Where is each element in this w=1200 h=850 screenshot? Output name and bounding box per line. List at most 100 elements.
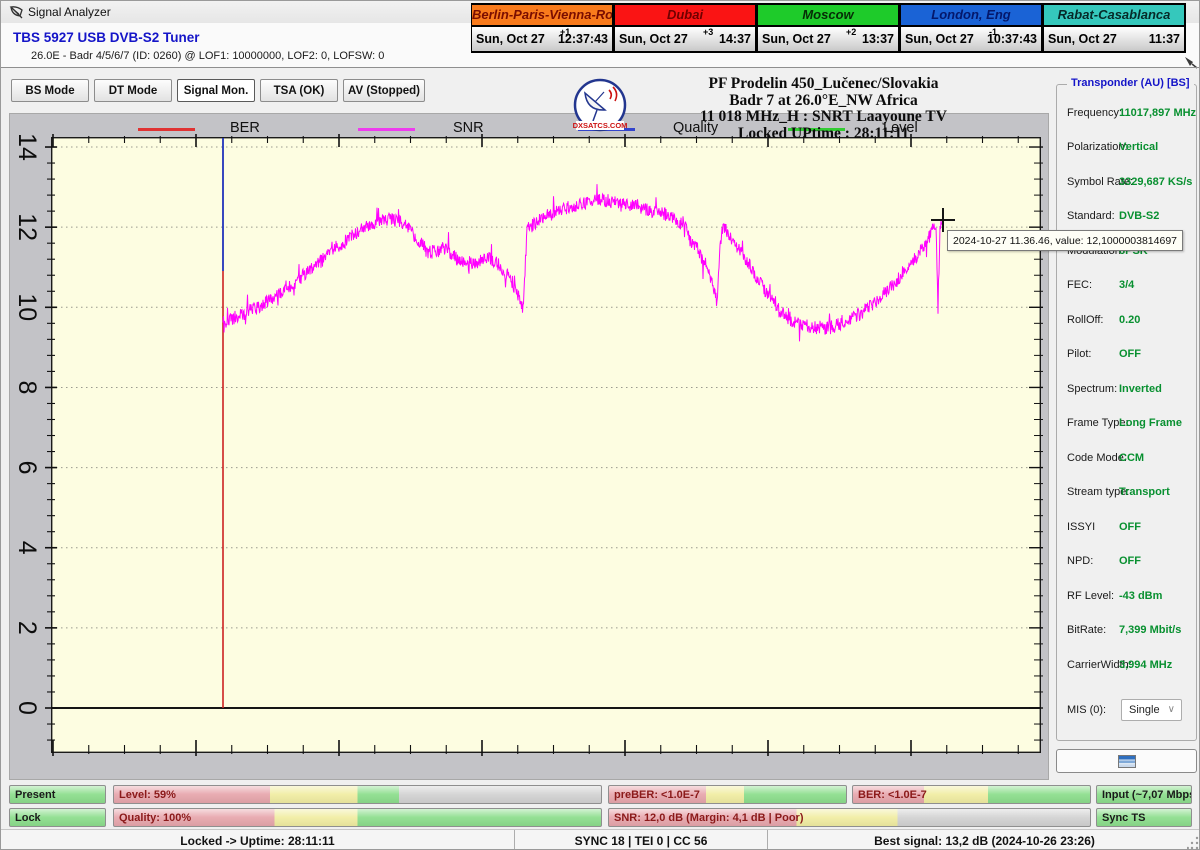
transponder-row-value: OFF bbox=[1119, 555, 1141, 567]
status-uptime: Locked -> Uptime: 28:11:11 bbox=[1, 830, 514, 850]
mis-dropdown[interactable]: Single ∨ bbox=[1121, 699, 1182, 721]
panel-tool-button[interactable] bbox=[1056, 749, 1197, 773]
quality-gauge: Quality: 100% bbox=[113, 808, 602, 827]
clock-time: 12:37:43 bbox=[558, 32, 608, 46]
cursor-tooltip: 2024-10-27 11.36.46, value: 12,100000381… bbox=[947, 230, 1183, 251]
tuner-name: TBS 5927 USB DVB-S2 Tuner bbox=[13, 30, 200, 45]
clock-rabat: Rabat-Casablanca Sun, Oct 27 11:37 bbox=[1043, 3, 1186, 53]
resize-grip[interactable] bbox=[1187, 835, 1199, 849]
window-title: Signal Analyzer bbox=[28, 5, 111, 19]
list-icon bbox=[1118, 755, 1136, 768]
clock-dubai: Dubai Sun, Oct 27+314:37 bbox=[614, 3, 757, 53]
status-best-signal: Best signal: 13,2 dB (2024-10-26 23:26) bbox=[767, 830, 1200, 850]
clock-city-label: Dubai bbox=[615, 5, 755, 27]
transponder-row-value: OFF bbox=[1119, 348, 1141, 360]
transponder-row-label: Frequency: bbox=[1067, 107, 1122, 119]
transponder-row-value: Inverted bbox=[1119, 383, 1162, 395]
snr-plot-area[interactable]: 02468101214 bbox=[51, 137, 1041, 753]
transponder-row-label: ISSYI bbox=[1067, 521, 1095, 533]
transponder-row-value: 7,399 Mbit/s bbox=[1119, 624, 1181, 636]
site-header-line3: 11 018 MHz_H : SNRT Laayoune TV bbox=[601, 109, 1046, 126]
tsa-button[interactable]: TSA (OK) bbox=[260, 79, 338, 102]
signal-analyzer-window: Signal Analyzer Berlin-Paris-Vienna-Roma… bbox=[0, 0, 1200, 850]
legend-ber-line bbox=[138, 128, 195, 131]
dt-mode-button[interactable]: DT Mode bbox=[94, 79, 172, 102]
status-sync: SYNC 18 | TEI 0 | CC 56 bbox=[514, 830, 767, 850]
clock-offset: +2 bbox=[846, 27, 856, 37]
av-button[interactable]: AV (Stopped) bbox=[343, 79, 425, 102]
preber-gauge: preBER: <1.0E-7 bbox=[608, 785, 847, 804]
transponder-row-label: Code Mode: bbox=[1067, 452, 1127, 464]
clock-city-label: London, Eng bbox=[901, 5, 1041, 27]
transponder-title: Transponder (AU) [BS] bbox=[1067, 77, 1194, 89]
site-header-line2: Badr 7 at 26.0°E_NW Africa bbox=[601, 93, 1046, 110]
present-label: Present bbox=[10, 789, 55, 801]
chevron-down-icon: ∨ bbox=[1168, 704, 1175, 715]
transponder-row-value: 3329,687 KS/s bbox=[1119, 176, 1192, 188]
lock-indicator: Lock bbox=[9, 808, 106, 827]
transponder-row-label: RollOff: bbox=[1067, 314, 1103, 326]
clock-date: Sun, Oct 27 bbox=[762, 32, 831, 46]
preber-label: preBER: <1.0E-7 bbox=[609, 789, 700, 801]
legend-snr-label: SNR bbox=[453, 120, 484, 136]
transponder-row-value: 11017,897 MHz bbox=[1119, 107, 1196, 119]
clock-city-label: Moscow bbox=[758, 5, 898, 27]
clock-time: 10:37:43 bbox=[987, 32, 1037, 46]
legend-ber-label: BER bbox=[230, 120, 260, 136]
mis-selected-value: Single bbox=[1129, 704, 1160, 716]
input-label: Input (~7,07 Mbps) bbox=[1097, 789, 1192, 801]
clock-city-label: Berlin-Paris-Vienna-Roma bbox=[472, 5, 612, 27]
site-header: PF Prodelin 450_Lučenec/Slovakia Badr 7 … bbox=[601, 76, 1046, 142]
clock-date: Sun, Oct 27 bbox=[905, 32, 974, 46]
ber-gauge: BER: <1.0E-7 bbox=[852, 785, 1091, 804]
transponder-row-value: 0.20 bbox=[1119, 314, 1140, 326]
level-gauge: Level: 59% bbox=[113, 785, 602, 804]
level-label: Level: 59% bbox=[114, 789, 176, 801]
transponder-row-value: 3,994 MHz bbox=[1119, 659, 1172, 671]
clock-london: London, Eng Sun, Oct 27-110:37:43 bbox=[900, 3, 1043, 53]
transponder-row-label: RF Level: bbox=[1067, 590, 1114, 602]
clock-date: Sun, Oct 27 bbox=[1048, 32, 1117, 46]
clock-city-label: Rabat-Casablanca bbox=[1044, 5, 1184, 27]
header-divider bbox=[1, 67, 1200, 68]
svg-text:2: 2 bbox=[13, 621, 41, 635]
lock-label: Lock bbox=[10, 812, 41, 824]
transponder-row-value: Long Frame bbox=[1119, 417, 1182, 429]
transponder-row-label: BitRate: bbox=[1067, 624, 1106, 636]
input-indicator: Input (~7,07 Mbps) bbox=[1096, 785, 1192, 804]
clock-time: 13:37 bbox=[862, 32, 894, 46]
snr-label: SNR: 12,0 dB (Margin: 4,1 dB | Poor) bbox=[609, 812, 804, 824]
legend-snr-line bbox=[358, 128, 415, 131]
transponder-row-label: Pilot: bbox=[1067, 348, 1091, 360]
svg-text:14: 14 bbox=[13, 133, 41, 161]
dxsatcs-logo: DXSATCS.COM bbox=[571, 77, 629, 135]
transponder-row-label: NPD: bbox=[1067, 555, 1093, 567]
sync-ts-label: Sync TS bbox=[1097, 812, 1145, 824]
clock-offset: +3 bbox=[703, 27, 713, 37]
transponder-row-value: OFF bbox=[1119, 521, 1141, 533]
signal-mon-tab-button[interactable]: Signal Mon. bbox=[177, 79, 255, 102]
app-dish-icon bbox=[9, 4, 25, 20]
svg-text:10: 10 bbox=[13, 293, 41, 321]
transponder-row-label: Spectrum: bbox=[1067, 383, 1117, 395]
clock-berlin: Berlin-Paris-Vienna-Roma Sun, Oct 27+112… bbox=[471, 3, 614, 53]
ber-label: BER: <1.0E-7 bbox=[853, 789, 927, 801]
quality-label: Quality: 100% bbox=[114, 812, 191, 824]
transponder-row-value: CCM bbox=[1119, 452, 1144, 464]
clock-time: 11:37 bbox=[1149, 32, 1180, 46]
bs-mode-button[interactable]: BS Mode bbox=[11, 79, 89, 102]
logo-text: DXSATCS.COM bbox=[573, 121, 628, 130]
clock-date: Sun, Oct 27 bbox=[619, 32, 688, 46]
sync-ts-indicator: Sync TS bbox=[1096, 808, 1192, 827]
transponder-row-value: Transport bbox=[1119, 486, 1170, 498]
svg-text:0: 0 bbox=[13, 701, 41, 715]
transponder-row-value: -43 dBm bbox=[1119, 590, 1162, 602]
clock-moscow: Moscow Sun, Oct 27 +2 13:37 bbox=[757, 3, 900, 53]
snr-gauge: SNR: 12,0 dB (Margin: 4,1 dB | Poor) bbox=[608, 808, 1091, 827]
tuner-details: 26.0E - Badr 4/5/6/7 (ID: 0260) @ LOF1: … bbox=[31, 50, 384, 62]
transponder-row-value: DVB-S2 bbox=[1119, 210, 1159, 222]
site-header-line1: PF Prodelin 450_Lučenec/Slovakia bbox=[601, 76, 1046, 93]
transponder-row-value: 3/4 bbox=[1119, 279, 1134, 291]
clock-date: Sun, Oct 27 bbox=[476, 32, 545, 46]
present-indicator: Present bbox=[9, 785, 106, 804]
